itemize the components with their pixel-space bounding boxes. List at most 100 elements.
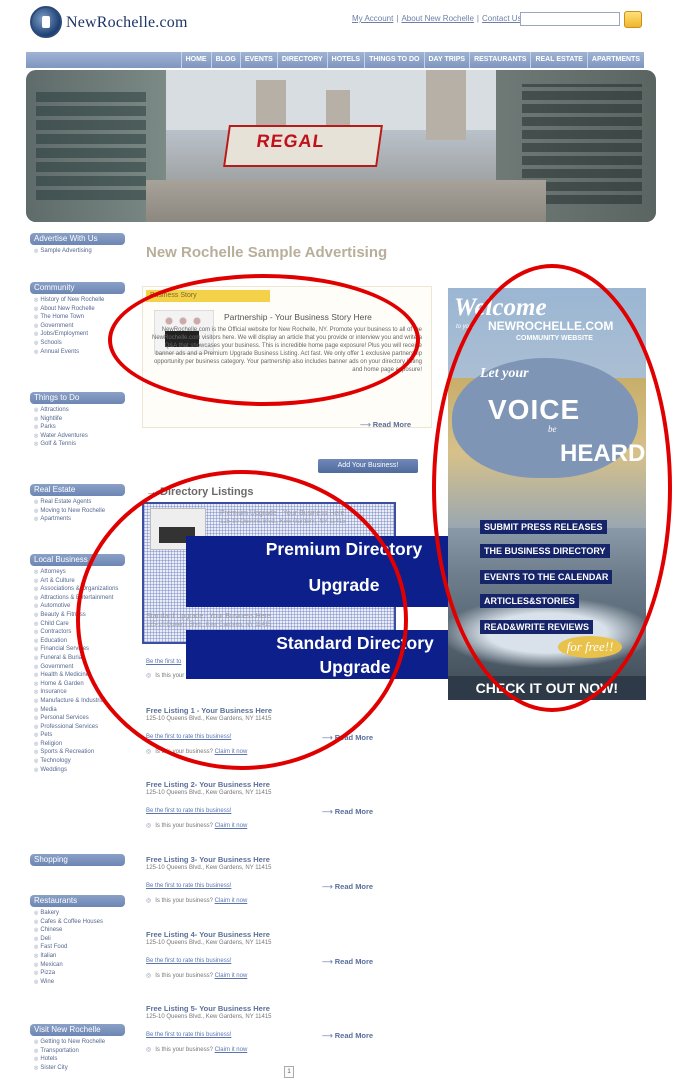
sidebar-item[interactable]: Technology: [34, 757, 125, 766]
listing-read-more[interactable]: ⟶ Read More: [322, 957, 373, 966]
sidebar-item[interactable]: Real Estate Agents: [34, 498, 125, 507]
listing-claim-text: Is this your business?: [155, 973, 213, 979]
nav-day-trips[interactable]: DAY TRIPS: [423, 52, 470, 68]
link-separator: |: [396, 14, 399, 23]
listing-title[interactable]: Free Listing 5- Your Business Here: [146, 1004, 270, 1013]
listing-read-more[interactable]: ⟶ Read More: [322, 807, 373, 816]
bullet-icon: ◎: [146, 973, 152, 979]
site-logo[interactable]: NewRochelle.com: [30, 6, 210, 42]
sidebar-item[interactable]: Mexican: [34, 961, 125, 970]
sidebar-item[interactable]: Wine: [34, 978, 125, 987]
nav-directory[interactable]: DIRECTORY: [276, 52, 327, 68]
sidebar-item[interactable]: Water Adventures: [34, 432, 125, 441]
top-links: My Account | About New Rochelle | Contact Us: [352, 14, 522, 23]
page: NewRochelle.com My Account | About New Roc…: [0, 0, 673, 1088]
sidebar-item[interactable]: Getting to New Rochelle: [34, 1038, 125, 1047]
read-more-label: Read More: [334, 807, 374, 816]
sidebar-heading[interactable]: Visit New Rochelle: [30, 1024, 125, 1036]
search-button[interactable]: [624, 11, 642, 28]
listing-read-more[interactable]: ⟶ Read More: [322, 1031, 373, 1040]
sidebar-item[interactable]: Deli: [34, 935, 125, 944]
sidebar-item[interactable]: Chinese: [34, 926, 125, 935]
sidebar-item[interactable]: Bakery: [34, 909, 125, 918]
listing-claim: ◎ Is this your business? Claim it now: [146, 972, 247, 979]
listing-rate-link[interactable]: Be the first to rate this business!: [146, 958, 231, 964]
claim-it-now-link[interactable]: Claim it now: [215, 823, 248, 829]
sidebar-item[interactable]: Parks: [34, 423, 125, 432]
listing-rate-link[interactable]: Be the first to rate this business!: [146, 883, 231, 889]
sidebar-item[interactable]: Pizza: [34, 969, 125, 978]
sidebar-heading[interactable]: Shopping: [30, 854, 125, 866]
sidebar-item[interactable]: Personal Services: [34, 714, 125, 723]
sidebar-item[interactable]: Religion: [34, 740, 125, 749]
nav-apartments[interactable]: APARTMENTS: [586, 52, 644, 68]
pagination-page[interactable]: 1: [284, 1066, 294, 1078]
nav-things-to-do[interactable]: THINGS TO DO: [364, 52, 423, 68]
sidebar-heading[interactable]: Advertise With Us: [30, 233, 125, 245]
sidebar-item[interactable]: History of New Rochelle: [34, 296, 125, 305]
listing-title[interactable]: Free Listing 4- Your Business Here: [146, 930, 270, 939]
main-nav: HOME BLOG EVENTS DIRECTORY HOTELS THINGS…: [26, 52, 644, 68]
bullet-icon: ◎: [146, 749, 152, 755]
bullet-icon: ◎: [146, 898, 152, 904]
read-more-label: Read More: [372, 420, 412, 429]
city-seal-icon: [30, 6, 62, 38]
sidebar-heading[interactable]: Community: [30, 282, 125, 294]
claim-it-now-link[interactable]: Claim it now: [215, 973, 248, 979]
sidebar-item[interactable]: Hotels: [34, 1055, 125, 1064]
sidebar-heading[interactable]: Restaurants: [30, 895, 125, 907]
sidebar-shopping: Shopping: [30, 854, 125, 866]
search-input[interactable]: [520, 12, 620, 26]
sidebar-item[interactable]: Professional Services: [34, 723, 125, 732]
bullet-icon: ◎: [146, 1047, 152, 1053]
sidebar-heading[interactable]: Things to Do: [30, 392, 125, 404]
sidebar-list: Attractions Nightlife Parks Water Advent…: [30, 406, 125, 449]
hero-building-left: [26, 70, 166, 222]
sidebar-item[interactable]: Sister City: [34, 1064, 125, 1073]
add-business-button[interactable]: Add Your Business!: [318, 459, 418, 473]
sidebar-item[interactable]: Transportation: [34, 1047, 125, 1056]
listing-rate-link[interactable]: Be the first to rate this business!: [146, 1032, 231, 1038]
sidebar-item[interactable]: About New Rochelle: [34, 305, 125, 314]
sidebar-item[interactable]: Fast Food: [34, 943, 125, 952]
sidebar-item[interactable]: The Home Town: [34, 313, 125, 322]
sidebar-item[interactable]: Italian: [34, 952, 125, 961]
nav-home[interactable]: HOME: [180, 52, 211, 68]
sidebar-heading[interactable]: Real Estate: [30, 484, 125, 496]
my-account-link[interactable]: My Account: [352, 14, 393, 23]
link-separator: |: [476, 14, 479, 23]
sidebar-item[interactable]: Sample Advertising: [34, 247, 125, 256]
sidebar-item[interactable]: Sports & Recreation: [34, 748, 125, 757]
sidebar-item[interactable]: Moving to New Rochelle: [34, 507, 125, 516]
story-read-more[interactable]: ⟶ Read More: [360, 420, 411, 429]
nav-events[interactable]: EVENTS: [239, 52, 277, 68]
read-more-label: Read More: [334, 882, 374, 891]
listing-title[interactable]: Free Listing 2- Your Business Here: [146, 780, 270, 789]
listing-claim-text: Is this your business?: [155, 1047, 213, 1053]
contact-link[interactable]: Contact Us: [482, 14, 522, 23]
annotation-ring-story: [108, 274, 420, 406]
sidebar-list: Getting to New Rochelle Transportation H…: [30, 1038, 125, 1072]
hero-tower: [426, 70, 466, 140]
listing-address: 125-10 Queens Blvd., Kew Gardens, NY 114…: [146, 940, 272, 946]
sidebar-item[interactable]: Nightlife: [34, 415, 125, 424]
listing-read-more[interactable]: ⟶ Read More: [322, 882, 373, 891]
sidebar-item[interactable]: Golf & Tennis: [34, 440, 125, 449]
nav-blog[interactable]: BLOG: [210, 52, 240, 68]
sidebar-item[interactable]: Attractions: [34, 406, 125, 415]
sidebar-item[interactable]: Weddings: [34, 766, 125, 775]
about-link[interactable]: About New Rochelle: [401, 14, 473, 23]
claim-it-now-link[interactable]: Claim it now: [215, 898, 248, 904]
sidebar-item[interactable]: Cafes & Coffee Houses: [34, 918, 125, 927]
sidebar-item[interactable]: Apartments: [34, 515, 125, 524]
sidebar-visit: Visit New Rochelle Getting to New Rochel…: [30, 1024, 125, 1072]
nav-restaurants[interactable]: RESTAURANTS: [469, 52, 530, 68]
listing-rate-link[interactable]: Be the first to rate this business!: [146, 808, 231, 814]
listing-address: 125-10 Queens Blvd., Kew Gardens, NY 114…: [146, 790, 272, 796]
listing-title[interactable]: Free Listing 3- Your Business Here: [146, 855, 270, 864]
claim-it-now-link[interactable]: Claim it now: [215, 1047, 248, 1053]
listing-claim-text: Is this your business?: [155, 823, 213, 829]
nav-hotels[interactable]: HOTELS: [326, 52, 364, 68]
sidebar-item[interactable]: Pets: [34, 731, 125, 740]
nav-real-estate[interactable]: REAL ESTATE: [530, 52, 586, 68]
